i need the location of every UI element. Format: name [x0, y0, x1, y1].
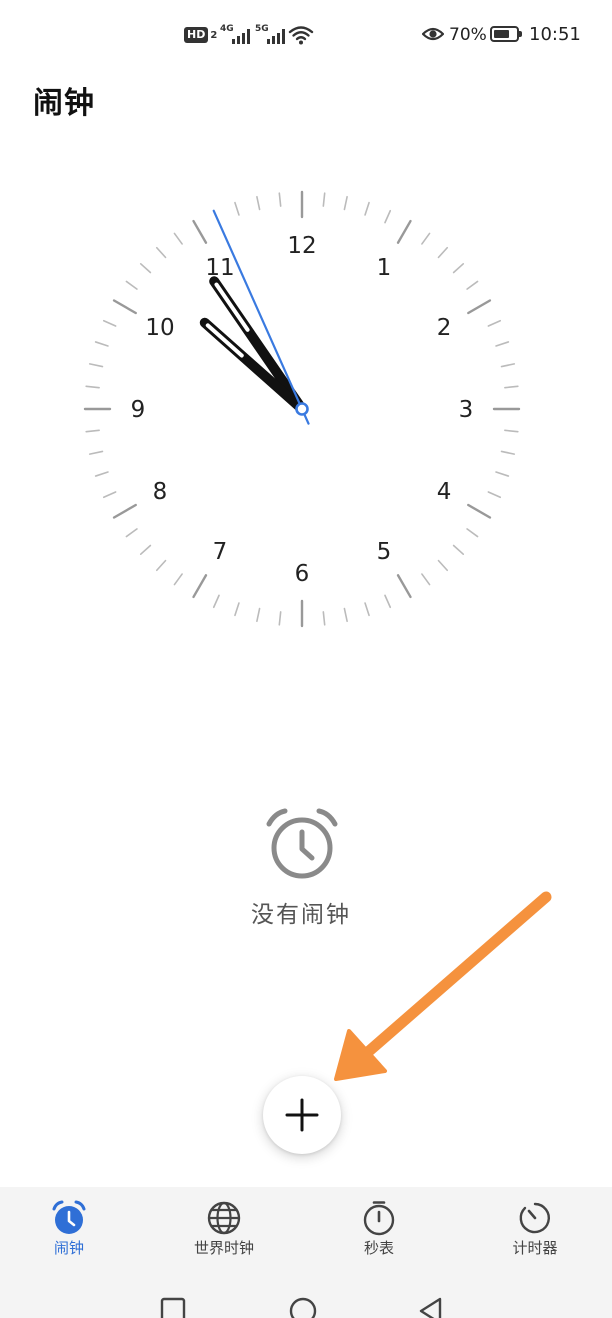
recents-icon[interactable] — [160, 1297, 186, 1318]
clock-minor-tick — [504, 429, 519, 433]
system-nav-bar — [0, 1271, 612, 1318]
bottom-nav: 闹钟 世界时钟 秒表 计时器 — [0, 1187, 612, 1271]
clock-minor-tick — [322, 192, 326, 207]
clock-minor-tick — [278, 192, 282, 207]
clock-minor-tick — [94, 341, 109, 347]
clock-numeral: 10 — [145, 315, 174, 341]
clock-numeral: 6 — [295, 561, 310, 587]
clock-minor-tick — [234, 602, 240, 617]
clock-major-tick — [467, 503, 492, 519]
clock-minor-tick — [364, 602, 370, 617]
clock-major-tick — [467, 299, 492, 315]
tab-world-clock-label: 世界时钟 — [193, 1239, 254, 1257]
clock-minor-tick — [466, 528, 479, 538]
tab-stopwatch[interactable]: 秒表 — [304, 1187, 454, 1271]
clock-minor-tick — [278, 611, 282, 626]
tab-stopwatch-label: 秒表 — [363, 1239, 394, 1257]
clock-minor-tick — [256, 607, 261, 623]
tab-alarm[interactable]: 闹钟 — [0, 1187, 144, 1271]
tab-alarm-label: 闹钟 — [53, 1239, 84, 1257]
clock-numeral: 8 — [153, 479, 168, 505]
clock-numeral: 3 — [459, 397, 474, 423]
clock-minor-tick — [500, 450, 516, 455]
clock-major-tick — [192, 219, 208, 244]
clock-numeral: 9 — [131, 397, 146, 423]
clock-minor-tick — [155, 246, 167, 259]
clock-minor-tick — [94, 471, 109, 477]
clock-minor-tick — [102, 491, 117, 499]
clock-major-tick — [396, 219, 412, 244]
clock-minor-tick — [256, 195, 261, 211]
back-icon[interactable] — [418, 1297, 444, 1318]
clock-major-tick — [112, 299, 137, 315]
tab-timer[interactable]: 计时器 — [460, 1187, 610, 1271]
clock-numeral: 5 — [377, 539, 392, 565]
empty-state-message: 没有闹钟 — [251, 902, 351, 928]
clock-minor-tick — [102, 319, 117, 327]
clock-minor-tick — [421, 232, 431, 245]
clock-minor-tick — [139, 544, 152, 556]
clock-minor-tick — [234, 201, 240, 216]
plus-icon — [285, 1098, 319, 1132]
clock-minor-tick — [125, 528, 138, 538]
clock-minor-tick — [155, 559, 167, 572]
clock-center-pin — [295, 402, 309, 416]
add-alarm-button[interactable] — [263, 1076, 341, 1154]
clock-minor-tick — [437, 559, 449, 572]
clock-minor-tick — [495, 341, 510, 347]
clock-minor-tick — [88, 450, 104, 455]
clock-minor-tick — [452, 544, 465, 556]
clock-numeral: 7 — [213, 539, 228, 565]
clock-minor-tick — [452, 262, 465, 274]
clock-minor-tick — [173, 232, 183, 245]
clock-minor-tick — [487, 319, 502, 327]
clock-minor-tick — [212, 594, 220, 609]
clock-minor-tick — [437, 246, 449, 259]
clock-numeral: 11 — [205, 255, 234, 281]
stopwatch-icon — [363, 1201, 395, 1236]
globe-icon — [207, 1201, 241, 1235]
clock-minor-tick — [85, 429, 100, 433]
clock-numeral: 2 — [437, 315, 452, 341]
tab-timer-label: 计时器 — [512, 1239, 558, 1257]
clock-minor-tick — [88, 363, 104, 368]
clock-minor-tick — [487, 491, 502, 499]
timer-icon — [519, 1202, 550, 1234]
clock-minor-tick — [322, 611, 326, 626]
clock-minor-tick — [173, 573, 183, 586]
clock-minor-tick — [500, 363, 516, 368]
clock-minor-tick — [504, 385, 519, 389]
home-icon[interactable] — [288, 1297, 318, 1318]
clock-minor-tick — [384, 209, 392, 224]
clock-minor-tick — [125, 280, 138, 290]
clock-minor-tick — [343, 195, 348, 211]
clock-minor-tick — [495, 471, 510, 477]
clock-numeral: 12 — [287, 233, 316, 259]
clock-minor-tick — [466, 280, 479, 290]
clock-minor-tick — [85, 385, 100, 389]
clock-major-tick — [192, 574, 208, 599]
clock-app-screen: HD 2 4G 5G 70% 10:51 闹钟 12 1 2 3 4 5 6 7… — [0, 0, 612, 1318]
clock-minor-tick — [139, 262, 152, 274]
minute-hand-highlight — [205, 323, 244, 358]
alarm-icon — [52, 1200, 86, 1234]
clock-minor-tick — [421, 573, 431, 586]
alarm-clock-icon — [266, 808, 338, 879]
analog-clock: 121234567891011 — [83, 190, 521, 628]
clock-major-tick — [112, 503, 137, 519]
clock-numeral: 1 — [377, 255, 392, 281]
clock-numeral: 4 — [437, 479, 452, 505]
clock-minor-tick — [343, 607, 348, 623]
clock-minor-tick — [384, 594, 392, 609]
clock-minor-tick — [364, 201, 370, 216]
tab-world-clock[interactable]: 世界时钟 — [149, 1187, 299, 1271]
hour-hand-highlight — [214, 282, 250, 332]
clock-major-tick — [396, 574, 412, 599]
